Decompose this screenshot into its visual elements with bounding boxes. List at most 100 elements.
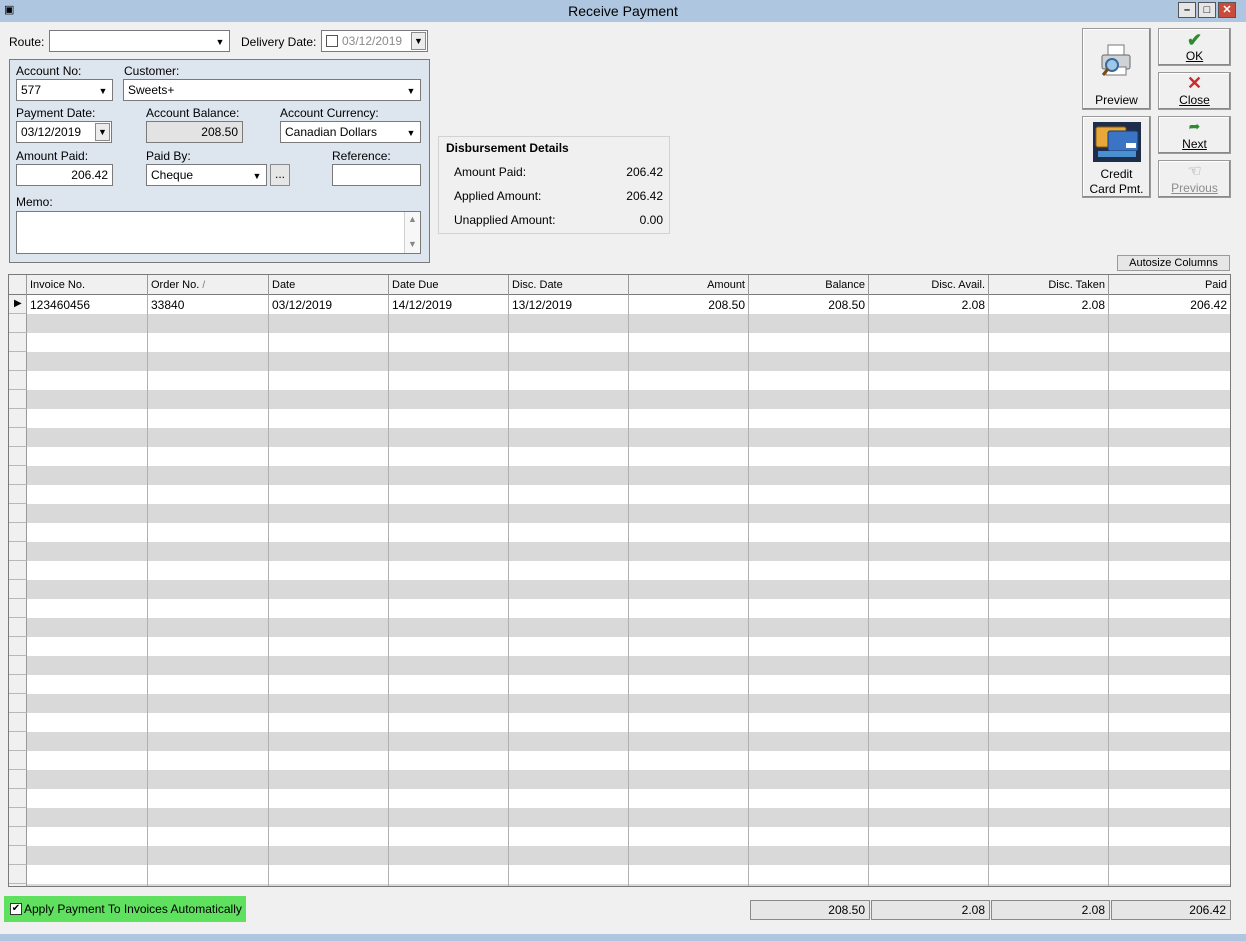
account-currency-select[interactable]: Canadian Dollars ▼ — [280, 121, 421, 143]
row-selector[interactable] — [9, 770, 27, 789]
column-header-disc-date[interactable]: Disc. Date — [509, 275, 629, 295]
row-selector[interactable] — [9, 618, 27, 637]
row-selector[interactable] — [9, 580, 27, 599]
row-selector[interactable] — [9, 751, 27, 770]
column-header-invoice-no[interactable]: Invoice No. — [27, 275, 148, 295]
row-selector[interactable] — [9, 390, 27, 409]
paid-by-label: Paid By: — [146, 149, 191, 163]
next-button[interactable]: ➦ Next — [1158, 116, 1231, 154]
row-selector[interactable] — [9, 846, 27, 865]
row-selector[interactable] — [9, 808, 27, 827]
close-window-button[interactable]: ✕ — [1218, 2, 1236, 18]
row-selector[interactable] — [9, 485, 27, 504]
close-x-icon: ✕ — [1186, 73, 1203, 93]
cell-date-due[interactable]: 14/12/2019 — [389, 295, 509, 314]
delivery-date-value: 03/12/2019 — [342, 34, 403, 48]
column-header-amount[interactable]: Amount — [629, 275, 749, 295]
row-selector[interactable] — [9, 466, 27, 485]
row-selector[interactable] — [9, 409, 27, 428]
disbursement-label: Unapplied Amount: — [454, 213, 556, 227]
cell-balance[interactable]: 208.50 — [749, 295, 869, 314]
row-selector[interactable] — [9, 827, 27, 846]
cell-order-no[interactable]: 33840 — [148, 295, 269, 314]
invoice-grid[interactable]: Invoice No. Order No. / Date Date Due Di… — [8, 274, 1231, 887]
total-paid: 206.42 — [1111, 900, 1231, 920]
row-selector[interactable] — [9, 732, 27, 751]
column-header-balance[interactable]: Balance — [749, 275, 869, 295]
column-header-disc-taken[interactable]: Disc. Taken — [989, 275, 1109, 295]
preview-label: Preview — [1095, 93, 1138, 107]
close-button[interactable]: ✕ Close — [1158, 72, 1231, 110]
cell-invoice-no[interactable]: 123460456 — [27, 295, 148, 314]
minimize-button[interactable]: – — [1178, 2, 1196, 18]
disbursement-title: Disbursement Details — [446, 141, 573, 155]
memo-textarea[interactable]: ▲ ▼ — [16, 211, 421, 254]
reference-input[interactable] — [332, 164, 421, 186]
route-select[interactable]: ▼ — [49, 30, 230, 52]
scroll-up-icon[interactable]: ▲ — [408, 214, 417, 224]
credit-card-label-1: Credit — [1100, 167, 1133, 181]
amount-paid-input[interactable]: 206.42 — [16, 164, 113, 186]
row-selector[interactable] — [9, 504, 27, 523]
column-header-order-no[interactable]: Order No. / — [148, 275, 269, 295]
row-selector[interactable] — [9, 656, 27, 675]
row-selector[interactable] — [9, 599, 27, 618]
window-title: Receive Payment — [568, 3, 678, 19]
cell-disc-taken[interactable]: 2.08 — [989, 295, 1109, 314]
calendar-dropdown-icon[interactable]: ▼ — [95, 123, 110, 141]
delivery-date-checkbox[interactable] — [326, 35, 338, 47]
cell-disc-date[interactable]: 13/12/2019 — [509, 295, 629, 314]
ok-button[interactable]: ✔ OK — [1158, 28, 1231, 66]
row-selector[interactable] — [9, 789, 27, 808]
scroll-down-icon[interactable]: ▼ — [408, 239, 417, 249]
autosize-columns-button[interactable]: Autosize Columns — [1117, 255, 1230, 271]
credit-card-payment-button[interactable]: Credit Card Pmt. — [1082, 116, 1151, 198]
row-selector[interactable]: ▶ — [9, 295, 27, 314]
row-selector[interactable] — [9, 333, 27, 352]
delivery-date-picker[interactable]: 03/12/2019 ▼ — [321, 30, 428, 52]
row-selector[interactable] — [9, 352, 27, 371]
row-selector[interactable] — [9, 694, 27, 713]
row-selector[interactable] — [9, 561, 27, 580]
delivery-date-label: Delivery Date: — [241, 35, 317, 49]
payment-date-label: Payment Date: — [16, 106, 96, 120]
maximize-button[interactable]: □ — [1198, 2, 1216, 18]
paid-by-value: Cheque — [151, 168, 194, 182]
calendar-dropdown-icon[interactable]: ▼ — [411, 32, 426, 50]
row-selector[interactable] — [9, 371, 27, 390]
row-selector[interactable] — [9, 865, 27, 884]
preview-button[interactable]: Preview — [1082, 28, 1151, 110]
apply-automatically-checkbox[interactable]: ✔ — [10, 903, 22, 915]
row-selector[interactable] — [9, 675, 27, 694]
column-header-disc-avail[interactable]: Disc. Avail. — [869, 275, 989, 295]
row-selector[interactable] — [9, 713, 27, 732]
payment-date-value: 03/12/2019 — [21, 125, 82, 139]
column-header-date[interactable]: Date — [269, 275, 389, 295]
row-selector[interactable] — [9, 884, 27, 886]
sort-indicator: / — [202, 280, 206, 291]
apply-automatically-option[interactable]: ✔ Apply Payment To Invoices Automaticall… — [4, 896, 246, 922]
disbursement-row: Unapplied Amount: 0.00 — [454, 213, 663, 227]
row-selector[interactable] — [9, 523, 27, 542]
paid-by-browse-button[interactable]: ... — [270, 164, 290, 186]
payment-date-picker[interactable]: 03/12/2019 ▼ — [16, 121, 112, 143]
row-selector[interactable] — [9, 637, 27, 656]
memo-scrollbar[interactable]: ▲ ▼ — [404, 212, 420, 253]
paid-by-select[interactable]: Cheque ▼ — [146, 164, 267, 186]
chevron-down-icon: ▼ — [215, 37, 225, 47]
customer-select[interactable]: Sweets+ ▼ — [123, 79, 421, 101]
row-selector[interactable] — [9, 428, 27, 447]
row-selector[interactable] — [9, 447, 27, 466]
row-selector[interactable] — [9, 542, 27, 561]
row-selector[interactable] — [9, 314, 27, 333]
previous-button[interactable]: ☜ Previous — [1158, 160, 1231, 198]
close-label: Close — [1179, 93, 1210, 107]
cell-disc-avail[interactable]: 2.08 — [869, 295, 989, 314]
window-bottom-border — [0, 934, 1246, 941]
account-no-select[interactable]: 577 ▼ — [16, 79, 113, 101]
cell-amount[interactable]: 208.50 — [629, 295, 749, 314]
column-header-date-due[interactable]: Date Due — [389, 275, 509, 295]
cell-paid[interactable]: 206.42 — [1109, 295, 1230, 314]
cell-date[interactable]: 03/12/2019 — [269, 295, 389, 314]
column-header-paid[interactable]: Paid — [1109, 275, 1230, 295]
